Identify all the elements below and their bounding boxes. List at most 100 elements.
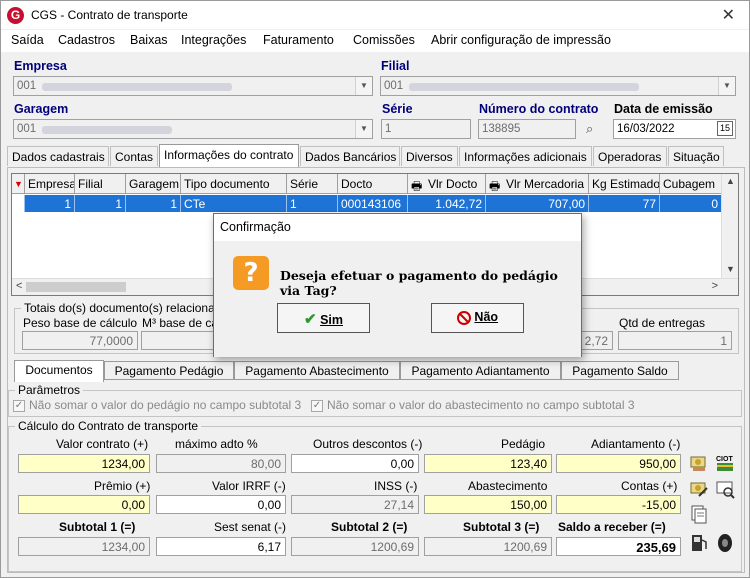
col-tipo-documento[interactable]: Tipo documento (181, 174, 287, 194)
menu-faturamento[interactable]: Faturamento (263, 33, 334, 47)
tab-pagamento-adiantamento[interactable]: Pagamento Adiantamento (400, 361, 561, 380)
premio-label: Prêmio (+) (94, 479, 151, 493)
sest-senat-field[interactable]: 6,17 (156, 537, 286, 556)
scroll-down-icon[interactable]: ▼ (726, 264, 735, 274)
svg-text:CIOT: CIOT (716, 456, 733, 463)
subtotal2-field: 1200,69 (291, 537, 419, 556)
serie-field[interactable]: 1 (381, 119, 471, 139)
peso-label: Peso base de cálculo (23, 316, 138, 330)
search-window-icon[interactable] (715, 479, 735, 499)
col-garagem[interactable]: Garagem (126, 174, 181, 194)
documents-stack-icon[interactable] (689, 504, 709, 524)
outros-descontos-field[interactable]: 0,00 (291, 454, 419, 473)
parametros-title: Parâmetros (15, 383, 84, 397)
calendar-icon[interactable]: 15 (717, 121, 733, 136)
tab-diversos[interactable]: Diversos (401, 146, 458, 166)
irrf-label: Valor IRRF (-) (212, 479, 286, 493)
tab-contas[interactable]: Contas (110, 146, 158, 166)
garagem-combo[interactable]: 001 ▼ (13, 119, 373, 139)
adiantamento-field[interactable]: 950,00 (556, 454, 681, 473)
tab-informacoes-contrato[interactable]: Informações do contrato (159, 144, 299, 167)
printer-icon: 🖶 (411, 179, 423, 193)
empresa-combo[interactable]: 001 ▼ (13, 76, 373, 96)
scroll-left-icon[interactable]: < (16, 280, 22, 292)
col-docto[interactable]: Docto (338, 174, 408, 194)
fuel-pump-icon[interactable] (689, 532, 709, 552)
tab-situacao[interactable]: Situação (668, 146, 724, 166)
checkmark-icon: ✔ (304, 311, 317, 328)
outros-descontos-label: Outros descontos (-) (313, 437, 423, 451)
entregas-field: 1 (618, 331, 732, 350)
calculo-title: Cálculo do Contrato de transporte (15, 419, 202, 433)
valor-contrato-field[interactable]: 1234,00 (18, 454, 150, 473)
data-emissao-label: Data de emissão (614, 102, 713, 116)
menu-saida[interactable]: Saída (11, 33, 44, 47)
adiantamento-label: Adiantamento (-) (591, 437, 681, 451)
menu-cadastros[interactable]: Cadastros (58, 33, 115, 47)
tab-pagamento-abastecimento[interactable]: Pagamento Abastecimento (234, 361, 400, 380)
menu-integracoes[interactable]: Integrações (181, 33, 246, 47)
dialog-title: Confirmação (214, 214, 581, 240)
contas-label: Contas (+) (621, 479, 678, 493)
vertical-scrollbar[interactable]: ▲ ▼ (721, 174, 738, 279)
pedagio-field[interactable]: 123,40 (424, 454, 552, 473)
nao-somar-pedagio-checkbox[interactable]: ✓ Não somar o valor do pedágio no campo s… (13, 398, 301, 412)
tab-documentos[interactable]: Documentos (14, 360, 104, 382)
scroll-up-icon[interactable]: ▲ (726, 176, 735, 186)
binoculars-icon[interactable]: ⌕ (586, 121, 593, 137)
filial-label: Filial (381, 59, 410, 73)
inss-label: INSS (-) (374, 479, 418, 493)
saldo-field: 235,69 (556, 537, 681, 556)
menu-baixas[interactable]: Baixas (130, 33, 168, 47)
abastecimento-field[interactable]: 150,00 (424, 495, 552, 514)
chevron-down-icon[interactable]: ▼ (718, 77, 735, 95)
col-vlr-mercadoria[interactable]: 🖶 Vlr Mercadoria (486, 174, 589, 194)
window-title: CGS - Contrato de transporte (31, 8, 188, 22)
col-serie[interactable]: Série (287, 174, 338, 194)
nao-somar-abastecimento-checkbox[interactable]: ✓ Não somar o valor do abastecimento no c… (311, 398, 635, 412)
subtotal2-label: Subtotal 2 (=) (331, 520, 408, 534)
contas-field[interactable]: -15,00 (556, 495, 681, 514)
empresa-label: Empresa (14, 59, 67, 73)
tab-informacoes-adicionais[interactable]: Informações adicionais (459, 146, 592, 166)
redacted-text (42, 83, 232, 91)
tire-icon[interactable] (715, 532, 735, 552)
tab-dados-cadastrais[interactable]: Dados cadastrais (7, 146, 109, 166)
premio-field[interactable]: 0,00 (18, 495, 150, 514)
col-filial[interactable]: Filial (75, 174, 126, 194)
scroll-thumb[interactable] (26, 282, 126, 292)
money-edit-icon[interactable] (689, 479, 709, 499)
ciot-icon[interactable]: CIOT (715, 453, 735, 473)
checkbox-check-icon: ✓ (311, 399, 323, 412)
valor-contrato-label: Valor contrato (+) (56, 437, 149, 451)
filial-combo[interactable]: 001 ▼ (380, 76, 736, 96)
chevron-down-icon[interactable]: ▼ (355, 77, 372, 95)
checkbox-check-icon: ✓ (13, 399, 25, 412)
maximo-adto-label: máximo adto % (175, 437, 258, 451)
tab-pagamento-saldo[interactable]: Pagamento Saldo (561, 361, 679, 380)
subtotal1-field: 1234,00 (18, 537, 150, 556)
sest-senat-label: Sest senat (-) (214, 520, 287, 534)
subtotal1-label: Subtotal 1 (=) (59, 520, 136, 534)
tab-dados-bancarios[interactable]: Dados Bancários (300, 146, 400, 166)
tab-pagamento-pedagio[interactable]: Pagamento Pedágio (104, 361, 234, 380)
close-icon[interactable]: ✕ (722, 5, 735, 25)
yes-button[interactable]: ✔ Sim (277, 303, 370, 333)
col-empresa[interactable]: Empresa (25, 174, 75, 194)
subtotal3-label: Subtotal 3 (=) (463, 520, 540, 534)
col-vlr-docto[interactable]: 🖶 Vlr Docto (408, 174, 486, 194)
scroll-right-icon[interactable]: > (712, 280, 718, 292)
numero-contrato-field[interactable]: 138895 (478, 119, 576, 139)
pedagio-label: Pedágio (501, 437, 546, 451)
money-hand-icon[interactable] (689, 453, 709, 473)
chevron-down-icon[interactable]: ▼ (355, 120, 372, 138)
no-button[interactable]: Não (431, 303, 524, 333)
menu-comissoes[interactable]: Comissões (353, 33, 415, 47)
tab-operadoras[interactable]: Operadoras (593, 146, 667, 166)
menu-abrir-config-impressao[interactable]: Abrir configuração de impressão (431, 33, 611, 47)
col-cubagem[interactable]: Cubagem (660, 174, 722, 194)
table-row[interactable]: 1 1 1 CTe 1 000143106 1.042,72 707,00 77… (12, 195, 738, 212)
col-kg-estimado[interactable]: Kg Estimado (589, 174, 660, 194)
irrf-field[interactable]: 0,00 (156, 495, 286, 514)
redacted-text (42, 126, 172, 134)
